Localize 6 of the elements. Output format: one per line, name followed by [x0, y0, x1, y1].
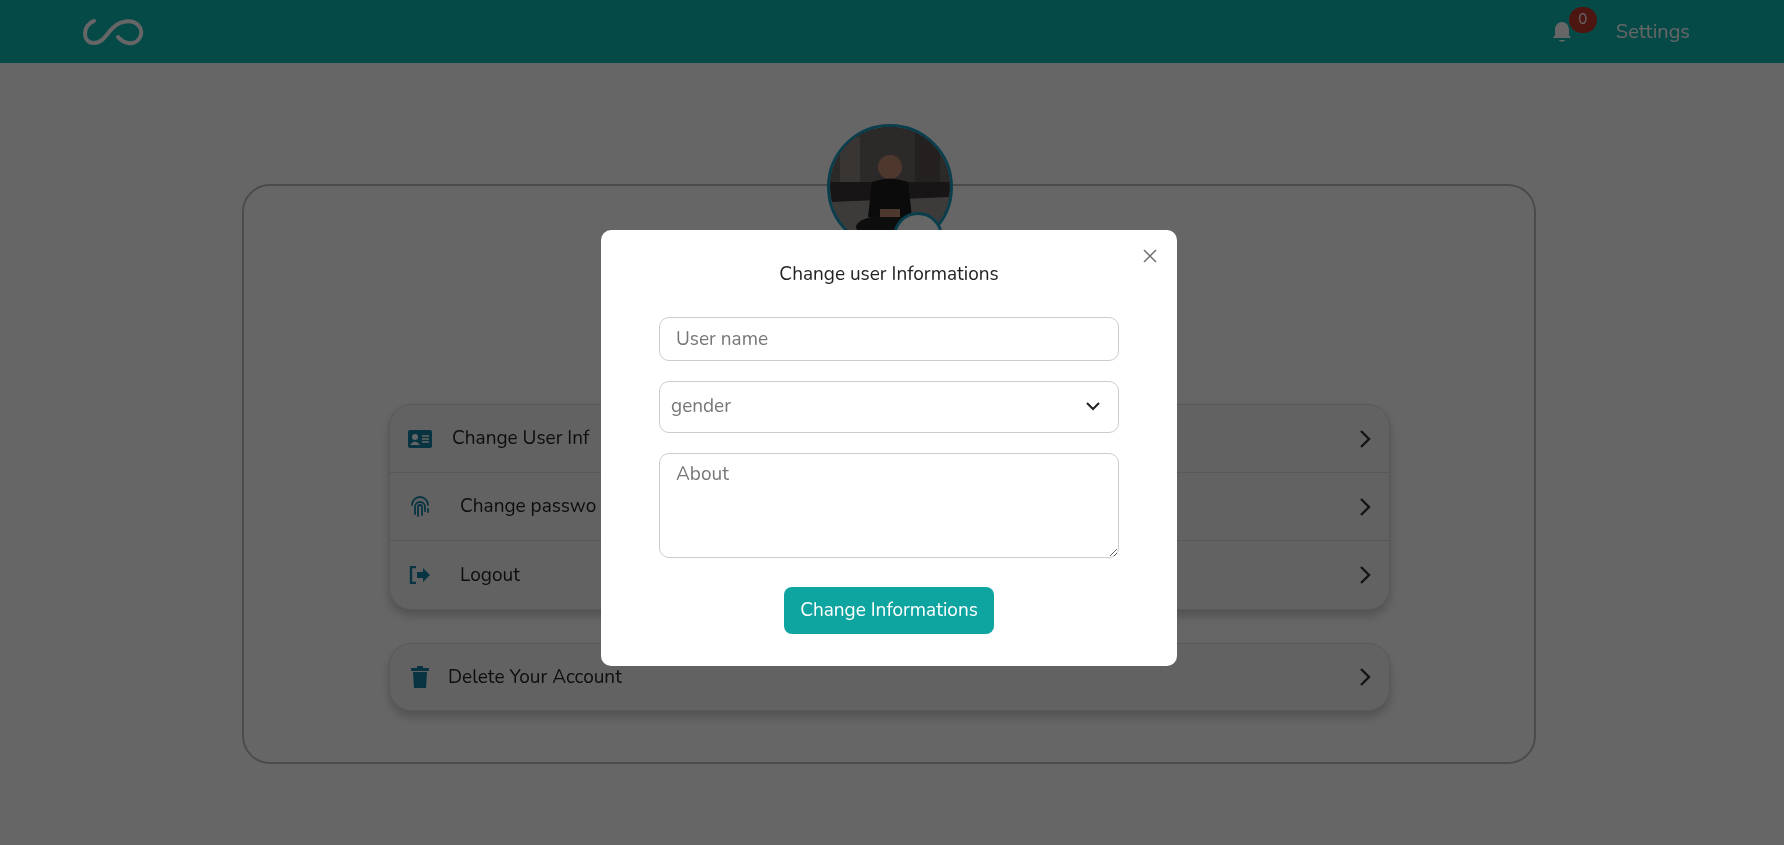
notification-badge: 0	[1568, 6, 1597, 33]
menu-item-label: Change passwo	[460, 492, 597, 521]
menu-item-label: Delete Your Account	[448, 662, 622, 692]
modal-title: Change user Informations	[779, 260, 999, 289]
menu-item-label: Logout	[460, 560, 520, 590]
menu-item-label: Change User Inf	[452, 424, 590, 453]
